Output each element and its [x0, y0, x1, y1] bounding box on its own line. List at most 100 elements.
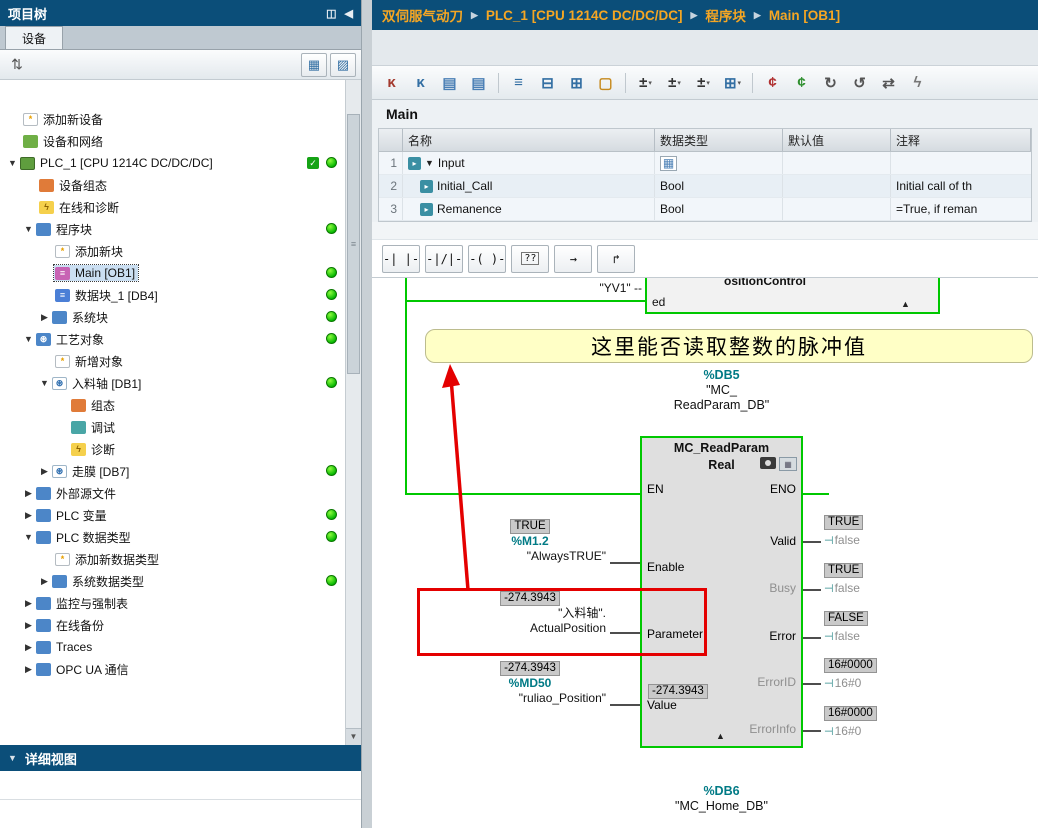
- open-all-networks-icon[interactable]: ≡: [505, 70, 532, 96]
- chevron-right-icon[interactable]: ▶: [22, 664, 35, 675]
- panel-splitter[interactable]: [362, 0, 372, 828]
- tree-item-device-configuration[interactable]: 设备组态: [0, 174, 345, 196]
- tree-item-add-new-object[interactable]: * 新增对象: [0, 350, 345, 372]
- tree-item-plc-1[interactable]: ▼ PLC_1 [CPU 1214C DC/DC/DC] ✓: [0, 152, 345, 174]
- output-operand[interactable]: ⊣false: [824, 629, 860, 643]
- layout-options-icon[interactable]: ▨: [330, 52, 356, 77]
- tree-item-system-data-types[interactable]: ▶ 系统数据类型: [0, 570, 345, 592]
- operand-enable[interactable]: TRUE %M1.2 "AlwaysTRUE": [452, 518, 608, 564]
- tree-item-system-blocks[interactable]: ▶ 系统块: [0, 306, 345, 328]
- datatype-grid-icon[interactable]: ▦: [660, 155, 677, 171]
- tree-item-data-block-1-db4[interactable]: ≡ 数据块_1 [DB4]: [0, 284, 345, 306]
- tree-item-devices-and-networks[interactable]: 设备和网络: [0, 130, 345, 152]
- tree-scrollbar[interactable]: ≡ ▼: [345, 80, 361, 745]
- overview-icon[interactable]: ▦: [301, 52, 327, 77]
- prev-block-operand[interactable]: "YV1" --: [558, 281, 642, 295]
- column-header-0[interactable]: 名称: [403, 129, 655, 151]
- comment-cell[interactable]: [891, 152, 1031, 174]
- pin-valid[interactable]: Valid: [770, 534, 796, 548]
- tree-item-commissioning[interactable]: 调试: [0, 416, 345, 438]
- tree-item-external-source-files[interactable]: ▶ 外部源文件: [0, 482, 345, 504]
- tree-item-film-axis-db7[interactable]: ▶ ⊛ 走膜 [DB7]: [0, 460, 345, 482]
- default-value-cell[interactable]: [783, 152, 891, 174]
- db-instance-label[interactable]: %DB5 "MC_ ReadParam_DB": [640, 368, 803, 413]
- breadcrumb-item[interactable]: Main [OB1]: [769, 8, 840, 23]
- chevron-right-icon[interactable]: ▶: [38, 466, 51, 477]
- tree-item-add-new-device[interactable]: * 添加新设备: [0, 108, 345, 130]
- comment-cell[interactable]: =True, if reman: [891, 198, 1031, 220]
- tree-item-online-and-diagnostics[interactable]: ϟ 在线和诊断: [0, 196, 345, 218]
- chevron-down-icon[interactable]: ▼: [6, 158, 19, 168]
- tree-item-technology-objects[interactable]: ▼ ⊛ 工艺对象: [0, 328, 345, 350]
- pin-options-icon[interactable]: ▦: [779, 457, 797, 471]
- tree-item-main-ob1[interactable]: ≡ Main [OB1]: [0, 262, 345, 284]
- name-cell[interactable]: ▸ Initial_Call: [403, 175, 655, 197]
- network-comment[interactable]: 这里能否读取整数的脉冲值: [425, 329, 1033, 363]
- tree-item-configuration[interactable]: 组态: [0, 394, 345, 416]
- column-header-1[interactable]: 数据类型: [655, 129, 783, 151]
- monitoring-off-icon[interactable]: ¢: [788, 70, 815, 96]
- absolute-operands-icon[interactable]: κ: [378, 70, 405, 96]
- pin-value[interactable]: Value: [647, 698, 677, 712]
- chevron-down-icon[interactable]: ▼: [425, 158, 434, 168]
- tree-item-plc-data-types[interactable]: ▼ PLC 数据类型: [0, 526, 345, 548]
- column-header-2[interactable]: 默认值: [783, 129, 891, 151]
- output-operand[interactable]: ⊣16#0: [824, 724, 861, 738]
- output-operand[interactable]: ⊣false: [824, 533, 860, 547]
- tree-item-program-blocks[interactable]: ▼ 程序块: [0, 218, 345, 240]
- output-operand[interactable]: ⊣false: [824, 581, 860, 595]
- network-comments-toggle-icon[interactable]: ▢: [592, 70, 619, 96]
- project-tree[interactable]: * 添加新设备 设备和网络 ▼ PLC_1 [CPU 1214C DC/DC/DC] ✓ 设…: [0, 80, 345, 745]
- empty-box-button[interactable]: ??: [511, 244, 550, 273]
- output-operand[interactable]: ⊣16#0: [824, 676, 861, 690]
- chevron-right-icon[interactable]: ▶: [22, 620, 35, 631]
- nc-contact-button[interactable]: -|/|-: [425, 244, 464, 273]
- chevron-down-icon[interactable]: ▼: [22, 334, 35, 344]
- name-cell[interactable]: ▸ Remanence: [403, 198, 655, 220]
- close-branch-button[interactable]: ↱: [597, 244, 636, 273]
- chevron-right-icon[interactable]: ▶: [22, 488, 35, 499]
- chevron-down-icon[interactable]: ▼: [38, 378, 51, 388]
- breadcrumb-item[interactable]: 双伺服气动刀: [382, 5, 463, 25]
- chevron-down-icon[interactable]: ▼: [22, 532, 35, 542]
- next-db-instance-label[interactable]: %DB6 "MC_Home_DB": [640, 784, 803, 814]
- insert-row-after-icon[interactable]: ▤: [465, 70, 492, 96]
- datatype-cell[interactable]: Bool: [655, 198, 783, 220]
- table-row[interactable]: 3 ▸ Remanence Bool =True, if reman: [379, 198, 1031, 221]
- pin-errorinfo[interactable]: ErrorInfo: [749, 722, 796, 736]
- open-branch-button[interactable]: →: [554, 244, 593, 273]
- pin-enable[interactable]: Enable: [647, 560, 684, 574]
- insert-row-before-icon[interactable]: ▤: [436, 70, 463, 96]
- table-row[interactable]: 1 ▸ ▼ Input ▦: [379, 152, 1031, 175]
- update-calls-icon[interactable]: ↻: [817, 70, 844, 96]
- chevron-right-icon[interactable]: ▶: [38, 576, 51, 587]
- comment-cell[interactable]: Initial call of th: [891, 175, 1031, 197]
- tree-item-infeed-axis-db1[interactable]: ▼ ⊛ 入料轴 [DB1]: [0, 372, 345, 394]
- chevron-down-icon[interactable]: ▼: [22, 224, 35, 234]
- tree-item-add-new-block[interactable]: * 添加新块: [0, 240, 345, 262]
- symbolic-operands-icon[interactable]: κ: [407, 70, 434, 96]
- breadcrumb-item[interactable]: PLC_1 [CPU 1214C DC/DC/DC]: [486, 8, 683, 23]
- collapse-triangle-icon[interactable]: ▲: [716, 732, 725, 741]
- tree-item-traces[interactable]: ▶ Traces: [0, 636, 345, 658]
- collapse-triangle-icon[interactable]: ▲: [901, 300, 910, 309]
- tree-item-add-new-data-type[interactable]: * 添加新数据类型: [0, 548, 345, 570]
- no-contact-button[interactable]: -| |-: [382, 244, 421, 273]
- pin-eno[interactable]: ENO: [770, 482, 796, 496]
- name-cell[interactable]: ▸ ▼ Input: [403, 152, 655, 174]
- tree-item-online-backups[interactable]: ▶ 在线备份: [0, 614, 345, 636]
- datatype-cell[interactable]: ▦: [655, 152, 783, 174]
- snapshot-values-icon[interactable]: ↺: [846, 70, 873, 96]
- split-editor-icon[interactable]: ⊞ ▾: [719, 70, 746, 96]
- scroll-down-icon[interactable]: ▼: [346, 728, 361, 745]
- chevron-right-icon[interactable]: ▶: [22, 510, 35, 521]
- pin-error[interactable]: Error: [769, 629, 796, 643]
- scrollbar-thumb[interactable]: ≡: [347, 114, 360, 374]
- tree-item-diagnostics[interactable]: ϟ 诊断: [0, 438, 345, 460]
- expand-all-networks-icon[interactable]: ⊞: [563, 70, 590, 96]
- pin-errorid[interactable]: ErrorID: [757, 675, 796, 689]
- chevron-right-icon[interactable]: ▶: [22, 642, 35, 653]
- pin-busy[interactable]: Busy: [769, 581, 796, 595]
- chevron-right-icon[interactable]: ▶: [22, 598, 35, 609]
- display-format-1-icon[interactable]: ± ▾: [632, 70, 659, 96]
